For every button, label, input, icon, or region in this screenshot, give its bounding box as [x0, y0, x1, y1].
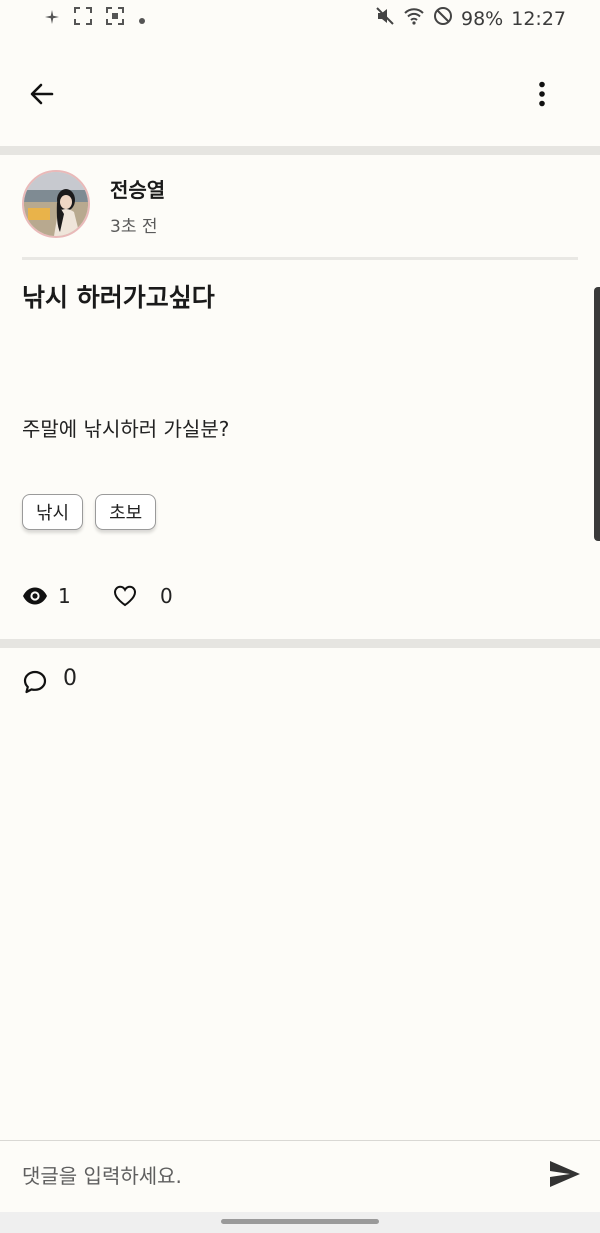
avatar[interactable]: [22, 170, 90, 238]
status-left-icons: [44, 7, 146, 30]
wifi-icon: [403, 6, 425, 31]
status-bar: 98% 12:27: [0, 0, 600, 36]
post-body: 주말에 낚시하러 가실분?: [22, 417, 230, 441]
app-bar: [0, 36, 600, 146]
do-not-disturb-icon: [433, 6, 453, 31]
tag-list: 낚시 초보: [22, 494, 157, 530]
screenshot-icon: [74, 7, 92, 30]
back-button[interactable]: [22, 78, 62, 114]
mute-icon: [375, 6, 395, 31]
post-stats: 1 0: [22, 582, 322, 612]
post-timestamp: 3초 전: [110, 217, 158, 237]
notification-dot-icon: [138, 8, 146, 30]
comment-input[interactable]: [22, 1159, 522, 1193]
more-vertical-icon: [538, 81, 546, 111]
section-divider: [0, 146, 600, 155]
more-options-button[interactable]: [524, 78, 560, 114]
comment-summary: 0: [22, 666, 222, 698]
status-right-icons: 98% 12:27: [375, 6, 566, 31]
sparkle-icon: [44, 8, 60, 30]
battery-percent: 98%: [461, 7, 504, 30]
arrow-left-icon: [28, 80, 56, 112]
view-count: 1: [58, 584, 71, 608]
eye-icon: [22, 584, 48, 612]
scrollbar[interactable]: [594, 287, 600, 541]
send-button[interactable]: [547, 1159, 583, 1193]
home-indicator[interactable]: [221, 1219, 379, 1224]
screen-record-icon: [106, 7, 124, 30]
author-row: 전승열 3초 전: [22, 170, 578, 246]
author-name[interactable]: 전승열: [110, 174, 165, 203]
post-title: 낚시 하러가고싶다: [22, 283, 215, 312]
comment-input-bar: [0, 1140, 600, 1212]
heart-outline-icon[interactable]: [113, 584, 137, 612]
chat-bubble-icon: [22, 669, 48, 699]
like-count: 0: [160, 584, 173, 608]
tag-chip[interactable]: 낚시: [22, 494, 84, 530]
send-icon: [549, 1160, 581, 1192]
tag-chip[interactable]: 초보: [95, 494, 157, 530]
clock: 12:27: [511, 7, 566, 30]
comments-divider: [0, 639, 600, 648]
system-navigation: [0, 1212, 600, 1233]
comment-count: 0: [63, 666, 77, 691]
author-divider: [22, 257, 578, 260]
